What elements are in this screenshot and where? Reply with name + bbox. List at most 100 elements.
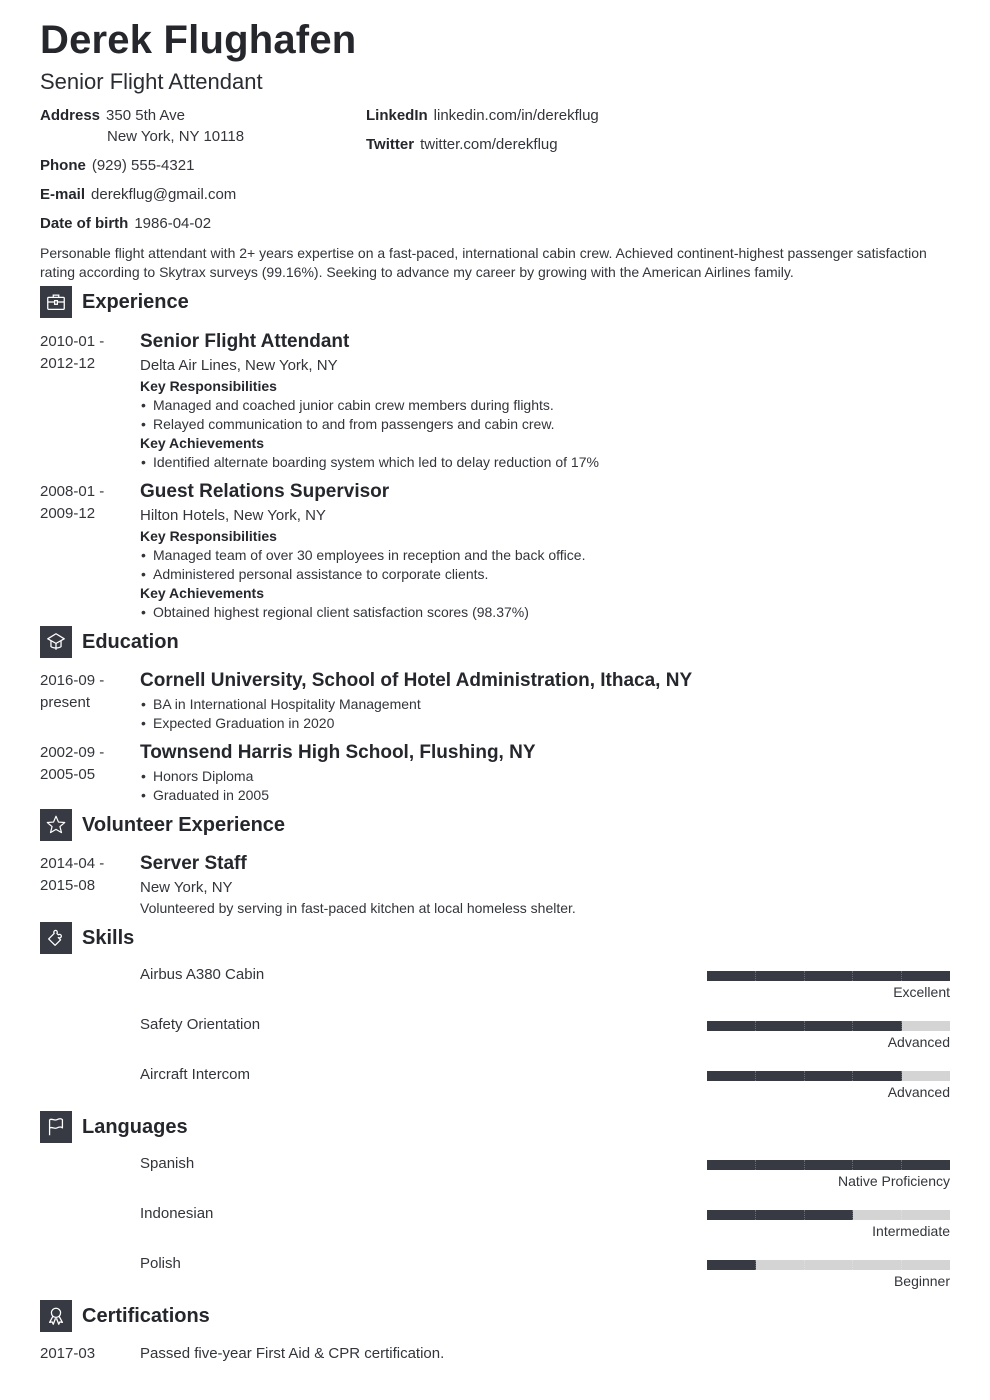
language-name: Indonesian (140, 1205, 214, 1222)
achievements-heading: Key Achievements (140, 585, 264, 601)
rating-segment-filled (707, 1160, 756, 1170)
education-detail: Graduated in 2005 (140, 786, 950, 805)
contact-phone: Phone (929) 555-4321 (40, 155, 194, 176)
language-name: Polish (140, 1255, 181, 1272)
contact-address: Address 350 5th Ave New York, NY 10118 (40, 105, 244, 147)
skill-level-label: Advanced (887, 1084, 950, 1100)
certification-description: Passed five-year First Aid & CPR certifi… (140, 1345, 445, 1362)
address-label: Address (40, 107, 101, 124)
language-level-bar (707, 1160, 950, 1170)
achievement-item: Obtained highest regional client satisfa… (140, 603, 950, 622)
language-level-label: Beginner (893, 1273, 950, 1289)
linkedin-link[interactable]: linkedin.com/in/derekflug (434, 107, 599, 124)
entry-date: 2008-01 - 2009-12 (40, 481, 130, 525)
briefcase-icon (40, 286, 72, 318)
date-start: 2010-01 - (40, 333, 105, 350)
rating-segment-filled (755, 1021, 805, 1031)
rating-segment-filled (707, 971, 756, 981)
school-name: Cornell University, School of Hotel Admi… (140, 670, 693, 691)
responsibility-item: Managed and coached junior cabin crew me… (140, 396, 950, 415)
rating-segment-filled (804, 1071, 854, 1081)
rating-segment-filled (755, 1071, 805, 1081)
date-start: 2014-04 - (40, 855, 105, 872)
certification-date: 2017-03 (40, 1345, 96, 1362)
date-end: present (40, 694, 91, 711)
award-ribbon-icon (40, 1300, 72, 1332)
section-volunteer-header: Volunteer Experience (40, 809, 285, 841)
entry-date: 2010-01 - 2012-12 (40, 331, 130, 375)
date-end: 2012-12 (40, 355, 96, 372)
profile-summary: Personable flight attendant with 2+ year… (40, 245, 927, 280)
rating-segment-empty (805, 1260, 854, 1270)
skill-level-bar (707, 1021, 950, 1031)
volunteer-description: Volunteered by serving in fast-paced kit… (140, 900, 576, 916)
section-title: Certifications (82, 1304, 210, 1327)
language-item: Indonesian Intermediate (40, 1204, 950, 1254)
entry-date: 2002-09 - 2005-05 (40, 742, 130, 786)
twitter-link[interactable]: twitter.com/derekflug (420, 136, 558, 153)
skill-name: Aircraft Intercom (140, 1066, 251, 1083)
rating-segment-filled (707, 1260, 756, 1270)
skill-item: Airbus A380 Cabin Excellent (40, 965, 950, 1015)
flag-icon (40, 1111, 72, 1143)
twitter-label: Twitter (366, 136, 415, 153)
rating-segment-filled (804, 1021, 854, 1031)
date-end: 2005-05 (40, 766, 96, 783)
education-detail: Honors Diploma (140, 767, 950, 786)
rating-segment-filled (853, 1021, 903, 1031)
section-experience-header: Experience (40, 286, 189, 318)
rating-segment-empty (853, 1260, 903, 1270)
email-value[interactable]: derekflug@gmail.com (91, 186, 236, 203)
section-skills-header: Skills (40, 922, 134, 954)
entry-date: 2014-04 - 2015-08 (40, 853, 130, 897)
language-name: Spanish (140, 1155, 195, 1172)
contact-linkedin: LinkedIn linkedin.com/in/derekflug (366, 105, 599, 126)
contact-twitter: Twitter twitter.com/derekflug (366, 134, 558, 155)
volunteer-location: New York, NY (140, 879, 233, 896)
achievements-heading: Key Achievements (140, 435, 264, 451)
email-label: E-mail (40, 186, 86, 203)
phone-value: (929) 555-4321 (91, 157, 195, 174)
skill-level-bar (707, 1071, 950, 1081)
skill-name: Safety Orientation (140, 1016, 261, 1033)
section-education-header: Education (40, 626, 179, 658)
company: Delta Air Lines, New York, NY (140, 357, 338, 374)
education-detail: BA in International Hospitality Manageme… (140, 695, 950, 714)
graduation-cap-icon (40, 626, 72, 658)
language-item: Polish Beginner (40, 1254, 950, 1304)
address-line2: New York, NY 10118 (107, 128, 245, 145)
school-name: Townsend Harris High School, Flushing, N… (140, 742, 536, 763)
responsibility-item: Relayed communication to and from passen… (140, 415, 950, 434)
contact-email: E-mail derekflug@gmail.com (40, 184, 236, 205)
date-end: 2015-08 (40, 877, 96, 894)
linkedin-label: LinkedIn (366, 107, 428, 124)
rating-segment-empty (902, 1021, 950, 1031)
rating-segment-filled (804, 1210, 854, 1220)
candidate-title: Senior Flight Attendant (40, 69, 263, 94)
rating-segment-filled (707, 1210, 756, 1220)
job-title: Guest Relations Supervisor (140, 481, 390, 502)
language-level-bar (707, 1260, 950, 1270)
section-title: Education (82, 630, 179, 653)
section-title: Volunteer Experience (82, 813, 286, 836)
puzzle-piece-icon (40, 922, 72, 954)
rating-segment-filled (853, 971, 903, 981)
dob-label: Date of birth (40, 215, 129, 232)
section-title: Skills (82, 926, 135, 949)
responsibility-item: Managed team of over 30 employees in rec… (140, 546, 950, 565)
section-title: Languages (82, 1115, 188, 1138)
responsibilities-heading: Key Responsibilities (140, 528, 277, 544)
skill-level-label: Excellent (893, 984, 950, 1000)
date-end: 2009-12 (40, 505, 96, 522)
section-certifications-header: Certifications (40, 1300, 210, 1332)
achievement-item: Identified alternate boarding system whi… (140, 453, 950, 472)
rating-segment-filled (902, 971, 950, 981)
skill-level-bar (707, 971, 950, 981)
language-item: Spanish Native Proficiency (40, 1154, 950, 1204)
date-start: 2008-01 - (40, 483, 105, 500)
address-line1: 350 5th Ave (106, 107, 185, 124)
contact-dob: Date of birth 1986-04-02 (40, 213, 211, 234)
date-start: 2002-09 - (40, 744, 105, 761)
rating-segment-filled (853, 1160, 903, 1170)
dob-value: 1986-04-02 (134, 215, 212, 232)
